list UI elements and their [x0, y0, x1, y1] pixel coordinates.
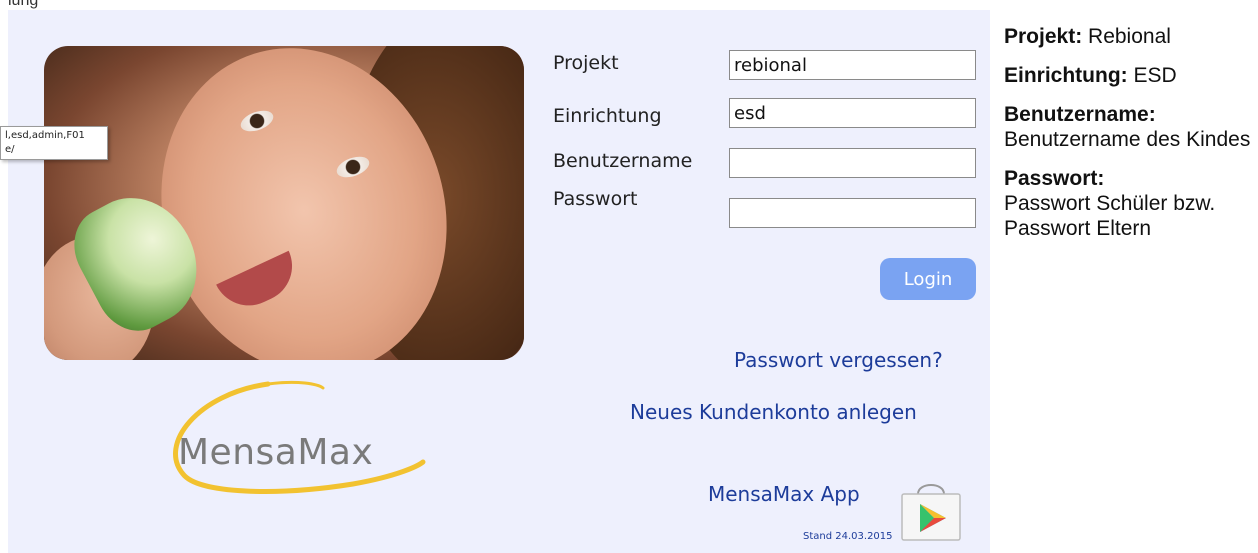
project-input[interactable]	[729, 50, 976, 80]
password-label: Passwort	[553, 188, 638, 210]
new-account-link[interactable]: Neues Kundenkonto anlegen	[630, 400, 917, 424]
clipped-top-text: lung	[8, 0, 39, 9]
info-password-key: Passwort:	[1004, 167, 1105, 190]
institution-input[interactable]	[729, 98, 976, 128]
username-label: Benutzername	[553, 150, 693, 172]
password-input[interactable]	[729, 198, 976, 228]
info-password: Passwort: Passwort Schüler bzw. Passwort…	[1004, 166, 1256, 241]
login-panel: MensaMax Projekt Einrichtung Benutzernam…	[8, 10, 990, 553]
hero-photo	[44, 46, 524, 360]
info-project-value: Rebional	[1088, 25, 1171, 48]
username-input[interactable]	[729, 148, 976, 178]
version-date: Stand 24.03.2015	[803, 531, 893, 542]
google-play-bag-icon[interactable]	[896, 480, 966, 542]
info-panel: Projekt: Rebional Einrichtung: ESD Benut…	[1004, 24, 1256, 255]
info-username: Benutzername: Benutzername des Kindes	[1004, 102, 1256, 152]
info-institution: Einrichtung: ESD	[1004, 63, 1256, 88]
info-password-value: Passwort Eltern	[1004, 217, 1152, 240]
login-button[interactable]: Login	[880, 258, 976, 300]
info-password-value: Passwort Schüler bzw.	[1004, 192, 1216, 215]
tooltip-line: e/	[5, 144, 15, 155]
info-project-key: Projekt:	[1004, 25, 1083, 48]
logo-text: MensaMax	[178, 432, 374, 473]
info-username-key: Benutzername:	[1004, 103, 1156, 126]
forgot-password-link[interactable]: Passwort vergessen?	[734, 348, 943, 372]
tooltip: l,esd,admin,F01 e/	[0, 126, 108, 160]
app-link[interactable]: MensaMax App	[708, 482, 860, 506]
info-project: Projekt: Rebional	[1004, 24, 1256, 49]
info-institution-key: Einrichtung:	[1004, 64, 1128, 87]
tooltip-line: l,esd,admin,F01	[5, 130, 85, 141]
info-username-value: Benutzername des Kindes	[1004, 128, 1251, 151]
project-label: Projekt	[553, 52, 619, 74]
institution-label: Einrichtung	[553, 105, 662, 127]
info-institution-value: ESD	[1133, 64, 1177, 87]
